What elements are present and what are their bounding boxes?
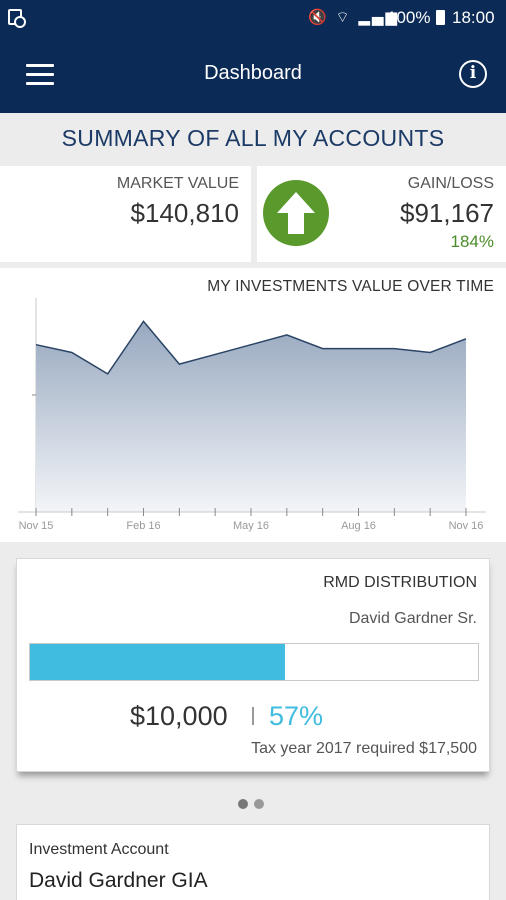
status-icons: 🔇 ⌔ ▂▄▆ — [308, 8, 399, 26]
investments-area-chart: Nov 15 Feb 16 May 16 Aug 16 Nov 16 — [18, 298, 486, 532]
rmd-progress-fill — [30, 644, 286, 680]
battery-percent: 100% — [387, 8, 431, 27]
account-card[interactable]: Investment Account David Gardner GIA — [16, 824, 490, 900]
rmd-note: Tax year 2017 required $17,500 — [251, 740, 477, 757]
info-icon[interactable]: i — [459, 60, 487, 88]
page-title: Dashboard — [204, 62, 302, 84]
page-dot-2[interactable] — [254, 799, 264, 809]
rmd-progress-bar — [29, 643, 479, 681]
page-indicator[interactable] — [238, 796, 270, 814]
investments-chart-card[interactable]: MY INVESTMENTS VALUE OVER TIME Nov 15 Feb… — [0, 268, 506, 542]
x-tick-label: Aug 16 — [341, 520, 376, 532]
gain-loss-label: GAIN/LOSS — [407, 175, 494, 192]
gain-loss-value: $91,167 — [400, 198, 494, 228]
summary-title: SUMMARY OF ALL MY ACCOUNTS — [61, 125, 445, 151]
rmd-title: RMD DISTRIBUTION — [323, 574, 477, 591]
rmd-percent: 57% — [269, 701, 324, 731]
battery-icon — [436, 10, 445, 25]
divider — [252, 707, 254, 725]
app-bar: Dashboard i — [0, 36, 506, 113]
notification-icon — [8, 9, 26, 28]
x-tick-label: May 16 — [233, 520, 269, 532]
market-value-label: MARKET VALUE — [116, 175, 239, 192]
status-bar: 🔇 ⌔ ▂▄▆ 100% 18:00 — [0, 0, 506, 36]
clock: 18:00 — [452, 8, 495, 27]
rmd-account-holder: David Gardner Sr. — [348, 610, 477, 627]
x-tick-label: Nov 15 — [19, 520, 54, 532]
arrow-up-icon — [263, 180, 329, 246]
market-value: $140,810 — [130, 198, 239, 228]
x-tick-label: Feb 16 — [126, 520, 160, 532]
account-type: Investment Account — [29, 841, 169, 858]
rmd-distribution-card[interactable]: RMD DISTRIBUTION David Gardner Sr. $10,0… — [16, 558, 490, 772]
account-name: David Gardner GIA — [29, 869, 208, 892]
x-tick-label: Nov 16 — [449, 520, 484, 532]
gain-loss-percent: 184% — [450, 232, 494, 251]
rmd-amount: $10,000 — [130, 701, 228, 731]
market-value-card: MARKET VALUE $140,810 — [0, 166, 251, 262]
page-dot-1[interactable] — [238, 799, 248, 809]
gain-loss-card: GAIN/LOSS $91,167 184% — [257, 166, 506, 262]
